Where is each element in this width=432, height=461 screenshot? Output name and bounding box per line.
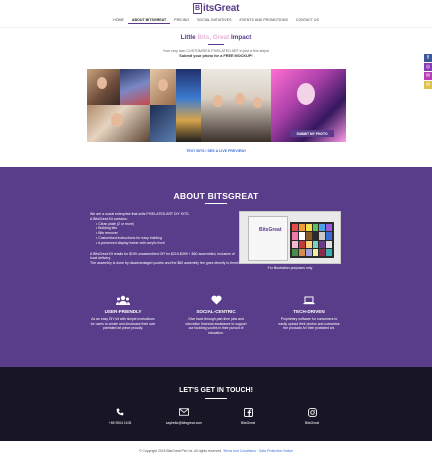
copyright-text: © Copyright 2018 BitsGreat Pte Ltd. All … [139, 449, 223, 453]
contact-row: +65 9004 1108 sayhello@bitsgreat.com Bit… [88, 407, 344, 425]
about-description: We are a social enterprise that sells PI… [90, 212, 240, 266]
contact-label: +65 9004 1108 [108, 421, 132, 425]
nav-contact[interactable]: Contact Us [292, 17, 323, 24]
hero-title-accent: Bits, Great [197, 34, 230, 41]
site-footer: © Copyright 2018 BitsGreat Pte Ltd. All … [0, 441, 432, 461]
share-email-icon[interactable]: ✉ [424, 81, 432, 89]
heart-icon [183, 294, 249, 306]
feature-user-friendly: User-Friendly As an easy DIY kit with si… [90, 294, 156, 335]
hero-title-post: Impact [229, 34, 252, 41]
laptop-icon [276, 294, 342, 306]
kit-contents-list: • Clean plate (2 or more) • Building kit… [96, 222, 240, 246]
contact-label: BitsGreat [240, 421, 256, 425]
facebook-icon [216, 407, 280, 417]
nav-pricing[interactable]: Pricing [170, 17, 193, 24]
collage-photo [201, 69, 271, 142]
phone-icon [88, 407, 152, 417]
share-instagram-icon[interactable]: ◎ [424, 63, 432, 71]
photo-collage: Submit my photo [87, 69, 346, 142]
kit-logo: BitsGreat [259, 227, 282, 233]
about-section: ABOUT BITSGREAT We are a social enterpri… [0, 167, 432, 367]
contact-email[interactable]: sayhello@bitsgreat.com [152, 407, 216, 425]
features-row: User-Friendly As an easy DIY kit with si… [90, 294, 342, 335]
collage-photo [87, 69, 120, 105]
submit-photo-button[interactable]: Submit my photo [290, 130, 334, 137]
collage-photo [120, 69, 150, 105]
nav-home[interactable]: Home [109, 17, 128, 24]
feature-desc: Give back through part-time jobs and edu… [185, 317, 247, 335]
feature-title: User-Friendly [104, 309, 142, 314]
nav-social-initiatives[interactable]: Social Initiatives [193, 17, 235, 24]
nav-about[interactable]: About BitsGreat [127, 17, 171, 24]
footer-text: © Copyright 2018 BitsGreat Pte Ltd. All … [0, 449, 432, 453]
collage-photo [176, 69, 201, 142]
feature-social-centric: Social-Centric Give back through part-ti… [183, 294, 249, 335]
feature-desc: Proprietary software for consumers to ea… [278, 317, 340, 331]
feature-desc: As an easy DIY kit with simple instructi… [90, 317, 156, 331]
kit-tray [290, 222, 334, 258]
hero-cta-text: Submit your photo for a FREE MOCKUP! [179, 54, 253, 58]
contact-phone[interactable]: +65 9004 1108 [88, 407, 152, 425]
preview-link[interactable]: Text BITS / See a live preview! [0, 149, 432, 153]
logo-mark-icon: B [193, 3, 202, 14]
terms-link[interactable]: Terms And Conditions [223, 449, 256, 453]
email-icon [152, 407, 216, 417]
logo-text: itsGreat [203, 3, 240, 14]
collage-photo [87, 105, 150, 142]
hero-underline [208, 44, 224, 45]
contact-instagram[interactable]: BitsGreat [280, 407, 344, 425]
feature-title: Social-Centric [196, 309, 236, 314]
social-share-sidebar: f ◎ ✉ ✉ [424, 54, 432, 90]
contact-facebook[interactable]: BitsGreat [216, 407, 280, 425]
main-nav: Home About BitsGreat Pricing Social Init… [0, 17, 432, 24]
header-divider [0, 27, 432, 28]
feature-title: Tech-Driven [293, 309, 325, 314]
contact-underline [205, 398, 227, 399]
contact-section: LET'S GET IN TOUCH! +65 9004 1108 sayhel… [0, 367, 432, 441]
pricing-text: A BitsGreat Kit retails for $199 unassem… [90, 251, 235, 261]
share-facebook-icon[interactable]: f [424, 54, 432, 62]
kit-box: BitsGreat [248, 216, 288, 261]
collage-photo-featured: Submit my photo [271, 69, 346, 142]
hero-title: Little Bits, Great Impact [0, 34, 432, 41]
site-logo[interactable]: B itsGreat [193, 3, 239, 14]
kit-image: BitsGreat [239, 211, 341, 264]
privacy-link[interactable]: Data Protection Notice [259, 449, 293, 453]
collage-photo [150, 105, 176, 142]
feature-tech-driven: Tech-Driven Proprietary software for con… [276, 294, 342, 335]
instagram-icon [280, 407, 344, 417]
image-caption: For illustration purposes only [267, 266, 313, 270]
collage-photo [150, 69, 176, 105]
list-item: • A preserved display frame with acrylic… [96, 240, 165, 245]
about-underline [205, 203, 227, 204]
hero-subtitle: Your very own CUSTOMISED PIXELATED ART i… [162, 49, 270, 53]
assembly-text: The assembly is done by disadvantaged yo… [90, 261, 240, 266]
contact-label: BitsGreat [304, 421, 320, 425]
hero-title-pre: Little [180, 34, 198, 41]
nav-events-promotions[interactable]: Events and Promotions [236, 17, 292, 24]
contact-title: LET'S GET IN TOUCH! [179, 387, 253, 394]
contact-label: sayhello@bitsgreat.com [165, 421, 203, 425]
users-icon [90, 294, 156, 306]
about-title: ABOUT BITSGREAT [173, 191, 259, 201]
share-messenger-icon[interactable]: ✉ [424, 72, 432, 80]
site-header: B itsGreat Home About BitsGreat Pricing … [0, 0, 432, 30]
footer-separator: · [256, 449, 259, 453]
